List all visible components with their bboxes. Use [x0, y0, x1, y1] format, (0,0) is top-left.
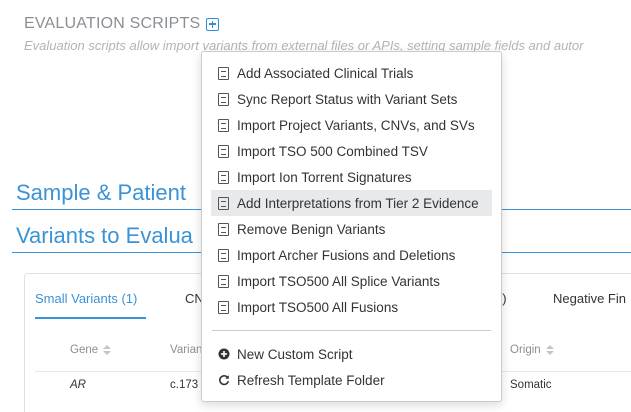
column-header-variant[interactable]: Varian [170, 344, 202, 356]
cell-variant: c.173 [170, 379, 199, 391]
plus-square-icon[interactable] [206, 18, 220, 31]
evaluation-scripts-menu: Add Associated Clinical Trials Sync Repo… [201, 51, 502, 402]
cell-gene: AR [70, 379, 86, 391]
section-title: EVALUATION SCRIPTS [24, 15, 201, 32]
file-code-icon [218, 144, 229, 158]
tab-negative-findings[interactable]: Negative Fin [553, 291, 626, 306]
sort-icon [103, 345, 112, 355]
menu-item-label: Add Associated Clinical Trials [237, 65, 414, 81]
tab-small-variants[interactable]: Small Variants (1) [35, 291, 137, 306]
refresh-icon [219, 375, 230, 386]
menu-item-sync-report-status[interactable]: Sync Report Status with Variant Sets [211, 86, 492, 112]
menu-item-label: Add Interpretations from Tier 2 Evidence [237, 195, 479, 211]
column-label: Gene [70, 344, 99, 356]
evaluation-scripts-header: EVALUATION SCRIPTS [24, 15, 220, 33]
file-code-icon [218, 196, 229, 210]
menu-item-label: Import TSO 500 Combined TSV [237, 143, 428, 159]
file-code-icon [218, 300, 229, 314]
variants-heading: Variants to Evalua [16, 223, 193, 248]
menu-item-label: New Custom Script [237, 346, 353, 362]
menu-item-label: Import TSO500 All Fusions [237, 299, 399, 315]
sort-icon [545, 345, 554, 355]
menu-item-add-interpretations-tier2[interactable]: Add Interpretations from Tier 2 Evidence [211, 190, 492, 216]
active-tab-underline [35, 317, 146, 319]
menu-item-remove-benign-variants[interactable]: Remove Benign Variants [211, 216, 492, 242]
menu-item-import-tso500-combined-tsv[interactable]: Import TSO 500 Combined TSV [211, 138, 492, 164]
column-header-origin[interactable]: Origin [510, 344, 554, 356]
menu-divider [212, 330, 491, 331]
menu-item-label: Import TSO500 All Splice Variants [237, 273, 440, 289]
file-code-icon [218, 170, 229, 184]
menu-item-import-archer-fusions[interactable]: Import Archer Fusions and Deletions [211, 242, 492, 268]
menu-actions: New Custom Script Refresh Template Folde… [202, 341, 501, 393]
refresh-template-folder-button[interactable]: Refresh Template Folder [211, 367, 492, 393]
menu-item-add-associated-clinical-trials[interactable]: Add Associated Clinical Trials [211, 60, 492, 86]
menu-item-import-tso500-all-fusions[interactable]: Import TSO500 All Fusions [211, 294, 492, 320]
file-code-icon [218, 92, 229, 106]
sample-patient-heading: Sample & Patient [16, 180, 186, 205]
plus-circle-icon [218, 348, 230, 360]
column-label: Varian [170, 344, 203, 356]
file-code-icon [218, 274, 229, 288]
menu-item-import-ion-torrent-signatures[interactable]: Import Ion Torrent Signatures [211, 164, 492, 190]
menu-item-label: Import Ion Torrent Signatures [237, 169, 412, 185]
file-code-icon [218, 118, 229, 132]
menu-item-import-tso500-splice-variants[interactable]: Import TSO500 All Splice Variants [211, 268, 492, 294]
menu-item-import-project-variants[interactable]: Import Project Variants, CNVs, and SVs [211, 112, 492, 138]
menu-item-label: Import Project Variants, CNVs, and SVs [237, 117, 475, 133]
menu-item-label: Sync Report Status with Variant Sets [237, 91, 458, 107]
menu-item-label: Refresh Template Folder [237, 372, 385, 388]
file-code-icon [218, 66, 229, 80]
script-list: Add Associated Clinical Trials Sync Repo… [202, 60, 501, 320]
file-code-icon [218, 222, 229, 236]
menu-item-label: Import Archer Fusions and Deletions [237, 247, 456, 263]
page: EVALUATION SCRIPTS Evaluation scripts al… [0, 0, 631, 412]
new-custom-script-button[interactable]: New Custom Script [211, 341, 492, 367]
file-code-icon [218, 248, 229, 262]
column-label: Origin [510, 344, 541, 356]
column-header-gene[interactable]: Gene [70, 344, 112, 356]
cell-origin: Somatic [510, 379, 552, 391]
menu-item-label: Remove Benign Variants [237, 221, 386, 237]
